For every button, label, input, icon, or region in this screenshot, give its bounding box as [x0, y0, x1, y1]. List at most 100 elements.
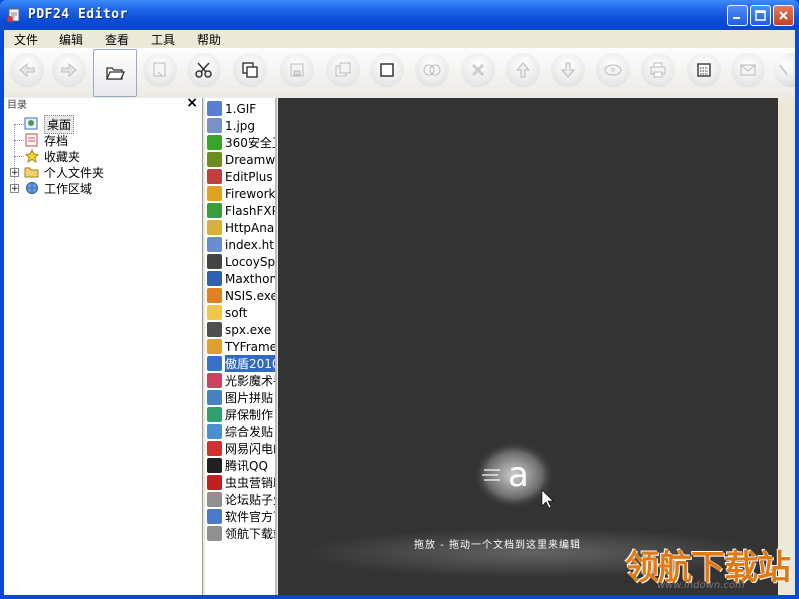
more-icon	[778, 64, 789, 76]
360-icon	[207, 135, 222, 150]
file-list-item[interactable]: index.html	[207, 236, 275, 253]
file-list-item[interactable]: Fireworks	[207, 185, 275, 202]
file-item-label: NSIS.exe	[225, 288, 277, 303]
flashfxp-icon	[207, 203, 222, 218]
close-button[interactable]	[773, 5, 794, 26]
minimize-icon	[733, 17, 740, 19]
file-item-label: FlashFXP	[225, 203, 277, 218]
move-down-button[interactable]	[551, 53, 585, 87]
file-list-item[interactable]: TYFrame	[207, 338, 277, 355]
printer-icon	[650, 62, 666, 78]
maximize-button[interactable]	[750, 5, 771, 26]
file-list-item[interactable]: EditPlus 3	[207, 168, 275, 185]
calculator-icon	[697, 63, 711, 77]
file-list-item[interactable]: 网易闪电邮	[207, 440, 275, 457]
file-list-item[interactable]: 综合发贴	[207, 423, 275, 440]
file-item-label: 论坛贴子生成	[225, 493, 275, 507]
save-icon	[290, 63, 304, 77]
file-list-item[interactable]: 傲盾2010	[207, 355, 275, 372]
file-list-pane: 1.GIF 1.jpg 360安全卫士 Dreamweaver EditPlus 3 Fi…	[205, 98, 277, 595]
file-list-item[interactable]: FlashFXP	[207, 202, 277, 219]
app-window: PDF24 Editor 文件 编辑 查看 工具 帮助 目录 × 桌面 存档 收…	[0, 0, 799, 599]
app-icon	[7, 8, 20, 22]
file-list-item[interactable]: 光影魔术手	[207, 372, 275, 389]
delete-button[interactable]	[461, 53, 495, 87]
file-list-item[interactable]: 虫虫营销助手	[207, 474, 275, 491]
file-item-label: Dreamweaver	[225, 152, 276, 167]
rings-icon	[423, 64, 441, 76]
toolbar	[4, 48, 795, 99]
copy-button[interactable]	[233, 53, 267, 87]
forward-button[interactable]	[52, 53, 86, 87]
file-item-label: 傲盾2010	[225, 355, 275, 372]
email-button[interactable]	[731, 53, 765, 87]
document-drop-area[interactable]: a 拖放 - 拖动一个文档到这里来编辑	[278, 98, 778, 595]
x-icon	[471, 63, 485, 77]
file-list-item[interactable]: HttpAnalyzer	[207, 219, 275, 236]
print-button[interactable]	[641, 53, 675, 87]
tree-item-label: 收藏夹	[44, 149, 81, 164]
html-icon	[207, 237, 222, 252]
file-item-label: 虫虫营销助手	[225, 476, 275, 490]
tree-item-desktop[interactable]: 桌面	[24, 114, 75, 134]
file-list-item[interactable]: 图片拼贴	[207, 389, 275, 406]
file-item-label: spx.exe	[225, 322, 272, 337]
file-list-item[interactable]: 1.GIF	[207, 100, 275, 117]
merge-button[interactable]	[415, 53, 449, 87]
envelope-icon	[740, 64, 756, 76]
document-icon	[207, 492, 222, 507]
file-list-item[interactable]: 360安全卫士	[207, 134, 275, 151]
tree-connector	[14, 140, 24, 141]
spider-icon	[207, 254, 222, 269]
save-button[interactable]	[280, 53, 314, 87]
minimize-button[interactable]	[727, 5, 748, 26]
file-list-item[interactable]: Maxthon	[207, 270, 277, 287]
tree-item-personal-folder[interactable]: 个人文件夹	[24, 164, 104, 180]
tree-close-icon[interactable]: ×	[186, 95, 198, 111]
import-icon	[153, 62, 166, 77]
file-list-item[interactable]: 1.jpg	[207, 117, 275, 134]
file-list-item[interactable]: 腾讯QQ	[207, 457, 275, 474]
mail-icon	[207, 441, 222, 456]
menu-edit[interactable]: 编辑	[59, 31, 83, 48]
file-list-item[interactable]: Dreamweaver	[207, 151, 276, 168]
page-button[interactable]	[370, 53, 404, 87]
expand-toggle[interactable]: +	[10, 184, 19, 194]
more-tools-button[interactable]	[774, 53, 795, 87]
file-item-label: TYFrame	[225, 339, 277, 354]
nsis-icon	[207, 288, 222, 303]
watermark-url: www.lhdown.com	[657, 580, 745, 591]
tree-item-workspace[interactable]: 工作区域	[24, 180, 92, 196]
cut-button[interactable]	[187, 53, 221, 87]
move-up-button[interactable]	[506, 53, 540, 87]
file-list-item[interactable]: NSIS.exe	[207, 287, 277, 304]
expand-toggle[interactable]: +	[10, 168, 19, 178]
file-list-item[interactable]: spx.exe	[207, 321, 275, 338]
open-button[interactable]	[93, 49, 137, 97]
menu-help[interactable]: 帮助	[197, 31, 221, 48]
tree-item-favorites[interactable]: 收藏夹	[24, 148, 80, 164]
file-list-item[interactable]: 软件官方下载	[207, 508, 275, 525]
title-bar[interactable]: PDF24 Editor	[0, 0, 799, 30]
fax-button[interactable]	[687, 53, 721, 87]
file-list-item[interactable]: 屏保制作	[207, 406, 275, 423]
file-list-item[interactable]: soft	[207, 304, 275, 321]
menu-view[interactable]: 查看	[105, 31, 129, 48]
tree-item-archive[interactable]: 存档	[24, 132, 68, 148]
duplicate-button[interactable]	[326, 53, 360, 87]
folder-icon	[207, 305, 222, 320]
file-list-item[interactable]: LocoySpider	[207, 253, 275, 270]
star-icon	[24, 149, 40, 163]
view-button[interactable]	[596, 53, 630, 87]
main-area: 目录 × 桌面 存档 收藏夹 + 个人文件夹 + 工作区域 1.GIF 1.jp…	[4, 95, 795, 595]
menu-tools[interactable]: 工具	[151, 31, 175, 48]
arrow-right-icon	[61, 62, 77, 78]
tree-title: 目录	[7, 100, 27, 111]
menu-file[interactable]: 文件	[14, 31, 38, 48]
file-list-item[interactable]: 领航下载站	[207, 525, 275, 542]
file-list-item[interactable]: 论坛贴子生成	[207, 491, 275, 508]
file-item-label: Maxthon	[225, 271, 277, 286]
back-button[interactable]	[10, 53, 44, 87]
editplus-icon	[207, 169, 222, 184]
import-button[interactable]	[143, 53, 177, 87]
